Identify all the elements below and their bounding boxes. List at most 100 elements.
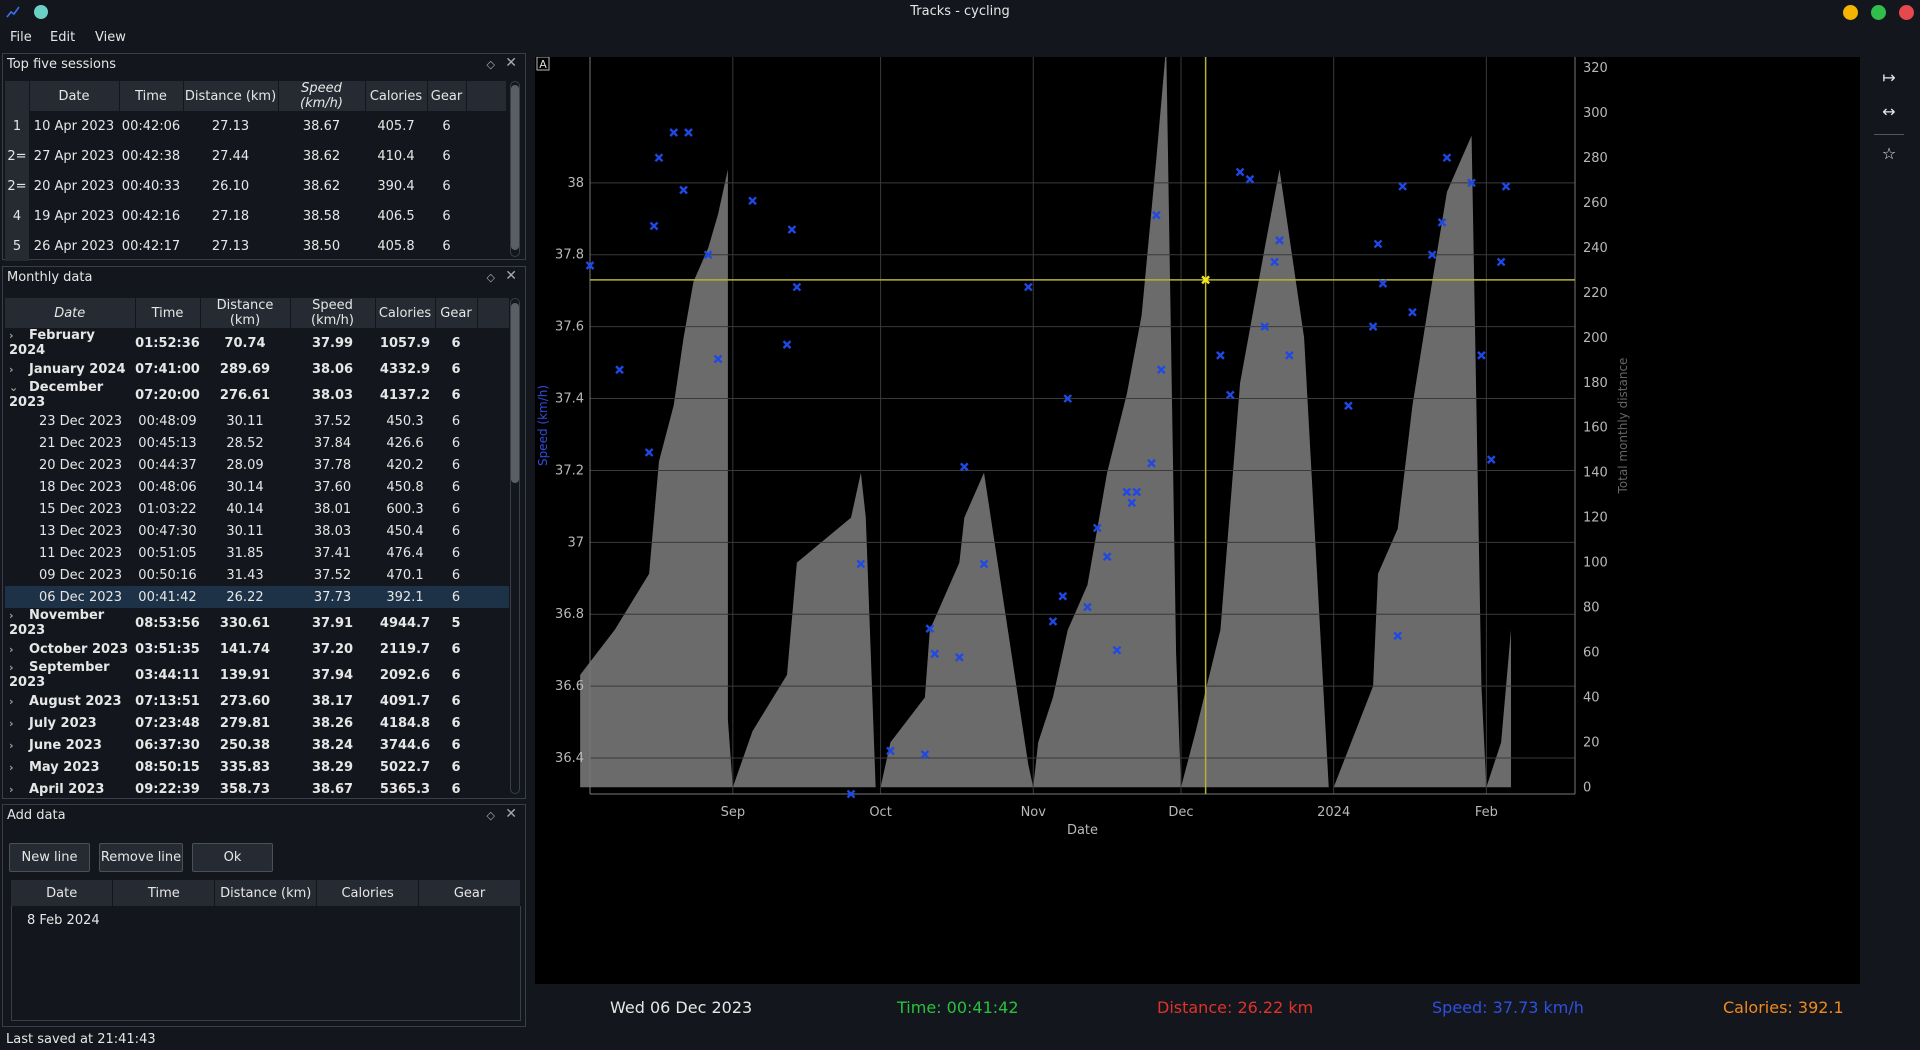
gear-cell[interactable]: 6: [435, 564, 477, 586]
data-point[interactable]: [649, 221, 659, 231]
speed-cell[interactable]: 38.06: [290, 358, 375, 380]
data-point[interactable]: [679, 185, 688, 195]
calories-cell[interactable]: 410.4: [365, 141, 427, 171]
calories-cell[interactable]: 5022.7: [375, 756, 435, 778]
gear-cell[interactable]: 6: [435, 638, 477, 660]
expand-horizontal-icon[interactable]: ↔: [1876, 102, 1902, 126]
gear-cell[interactable]: 6: [435, 660, 477, 690]
time-cell[interactable]: 00:42:17: [119, 231, 183, 261]
chevron-right-icon[interactable]: ›: [9, 717, 19, 730]
calories-cell[interactable]: 390.4: [365, 171, 427, 201]
gear-cell[interactable]: 6: [427, 201, 466, 231]
data-point[interactable]: [1216, 351, 1225, 360]
column-header[interactable]: Gear: [418, 880, 521, 906]
column-header[interactable]: Date: [29, 81, 120, 111]
time-cell[interactable]: 09:22:39: [135, 778, 200, 800]
gear-cell[interactable]: 6: [427, 231, 466, 261]
time-cell[interactable]: 00:48:06: [135, 476, 200, 498]
distance-cell[interactable]: 31.43: [200, 564, 290, 586]
distance-cell[interactable]: 28.52: [200, 432, 290, 454]
date-cell[interactable]: 10 Apr 2023: [29, 111, 119, 141]
speed-cell[interactable]: 37.84: [290, 432, 375, 454]
menu-view[interactable]: View: [95, 30, 126, 45]
data-point[interactable]: [782, 340, 792, 349]
gear-cell[interactable]: 6: [435, 454, 477, 476]
distance-cell[interactable]: 27.13: [183, 231, 278, 261]
rank-cell[interactable]: 2=: [5, 171, 29, 201]
speed-cell[interactable]: 38.03: [290, 520, 375, 542]
time-cell[interactable]: 00:47:30: [135, 520, 200, 542]
month-row[interactable]: › November 2023 08:53:56 330.61 37.91 4944.7 5: [5, 608, 509, 638]
speed-cell[interactable]: 38.01: [290, 498, 375, 520]
date-cell[interactable]: 27 Apr 2023: [29, 141, 119, 171]
column-header[interactable]: Distance (km): [200, 298, 291, 328]
data-point[interactable]: [1048, 617, 1058, 626]
calories-cell[interactable]: 450.4: [375, 520, 435, 542]
data-point[interactable]: [1023, 282, 1033, 292]
chevron-right-icon[interactable]: ›: [9, 761, 19, 774]
data-point[interactable]: [748, 196, 757, 206]
calories-cell[interactable]: [317, 906, 419, 934]
data-point[interactable]: [787, 225, 797, 234]
chevron-right-icon[interactable]: ›: [9, 783, 19, 796]
menu-file[interactable]: File: [10, 30, 32, 45]
speed-cell[interactable]: 37.91: [290, 608, 375, 638]
calories-cell[interactable]: 406.5: [365, 201, 427, 231]
time-cell[interactable]: 00:42:16: [119, 201, 183, 231]
time-cell[interactable]: 00:42:38: [119, 141, 183, 171]
data-point[interactable]: [1442, 153, 1452, 163]
speed-cell[interactable]: 37.52: [290, 410, 375, 432]
column-header[interactable]: Calories: [375, 298, 436, 328]
time-cell[interactable]: 06:37:30: [135, 734, 200, 756]
gear-cell[interactable]: 6: [435, 778, 477, 800]
column-header[interactable]: Distance (km): [214, 880, 318, 906]
data-point[interactable]: [1501, 182, 1511, 191]
data-point[interactable]: [1398, 182, 1407, 191]
gear-cell[interactable]: 6: [435, 756, 477, 778]
date-cell[interactable]: 19 Apr 2023: [29, 201, 119, 231]
distance-cell[interactable]: 28.09: [200, 454, 290, 476]
gear-cell[interactable]: 6: [435, 734, 477, 756]
chevron-right-icon[interactable]: ›: [9, 695, 19, 708]
time-cell[interactable]: 00:48:09: [135, 410, 200, 432]
column-header[interactable]: Speed (km/h): [290, 298, 376, 328]
speed-cell[interactable]: 38.29: [290, 756, 375, 778]
gear-cell[interactable]: 6: [435, 358, 477, 380]
speed-cell[interactable]: 38.58: [278, 201, 365, 231]
calories-cell[interactable]: 405.7: [365, 111, 427, 141]
month-row[interactable]: › January 2024 07:41:00 289.69 38.06 4332.9 6: [5, 358, 509, 380]
rank-cell[interactable]: 4: [5, 201, 29, 231]
time-cell[interactable]: 07:23:48: [135, 712, 200, 734]
distance-cell[interactable]: 276.61: [200, 380, 290, 410]
column-header[interactable]: Distance (km): [183, 81, 279, 111]
data-point[interactable]: [1408, 307, 1417, 317]
distance-cell[interactable]: 26.10: [183, 171, 278, 201]
chevron-right-icon[interactable]: ›: [9, 329, 19, 342]
date-cell[interactable]: 8 Feb 2024: [11, 906, 113, 934]
gear-cell[interactable]: [419, 906, 521, 934]
column-header[interactable]: Date: [11, 880, 114, 906]
speed-cell[interactable]: 37.94: [290, 660, 375, 690]
date-cell[interactable]: 09 Dec 2023: [5, 564, 135, 586]
session-row[interactable]: 20 Dec 2023 00:44:37 28.09 37.78 420.2 6: [5, 454, 509, 476]
calories-cell[interactable]: 392.1: [375, 586, 435, 608]
fit-width-icon[interactable]: ↦: [1876, 68, 1902, 92]
table-row[interactable]: 4 19 Apr 2023 00:42:16 27.18 38.58 406.5 6: [5, 201, 506, 231]
minimize-button[interactable]: [1843, 5, 1858, 20]
column-header[interactable]: Time: [135, 298, 201, 328]
month-row[interactable]: › May 2023 08:50:15 335.83 38.29 5022.7 6: [5, 756, 509, 778]
date-cell[interactable]: › September 2023: [5, 660, 135, 690]
date-cell[interactable]: › October 2023: [5, 638, 135, 660]
speed-cell[interactable]: 37.41: [290, 542, 375, 564]
speed-cell[interactable]: 38.24: [290, 734, 375, 756]
gear-cell[interactable]: 6: [435, 410, 477, 432]
speed-cell[interactable]: 37.20: [290, 638, 375, 660]
calories-cell[interactable]: 450.3: [375, 410, 435, 432]
distance-cell[interactable]: 139.91: [200, 660, 290, 690]
calories-cell[interactable]: 2092.6: [375, 660, 435, 690]
date-cell[interactable]: › November 2023: [5, 608, 135, 638]
close-icon[interactable]: ✕: [505, 268, 517, 284]
time-cell[interactable]: 07:13:51: [135, 690, 200, 712]
month-row[interactable]: › February 2024 01:52:36 70.74 37.99 1057.9 6: [5, 328, 509, 358]
column-header[interactable]: Time: [119, 81, 184, 111]
